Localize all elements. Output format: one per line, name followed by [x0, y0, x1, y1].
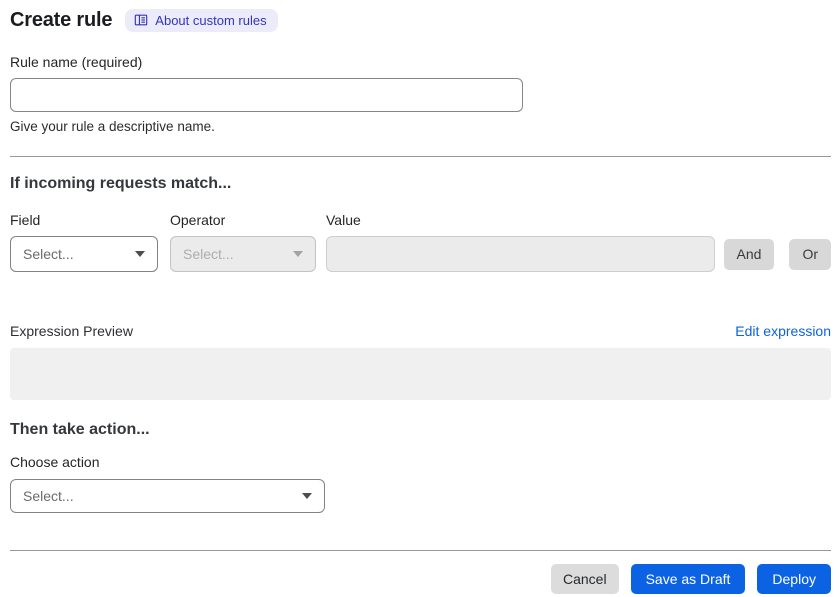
- field-select-value: Select...: [23, 246, 74, 262]
- choose-action-select-value: Select...: [23, 488, 74, 504]
- rule-name-input[interactable]: [10, 78, 523, 112]
- chevron-down-icon: [293, 251, 303, 257]
- create-rule-form: Create rule About custom rules Rule name…: [0, 0, 839, 594]
- value-input[interactable]: [326, 236, 715, 272]
- condition-labels-row: Field Operator Value: [10, 212, 831, 228]
- field-label: Field: [10, 212, 41, 228]
- rule-name-helper: Give your rule a descriptive name.: [10, 119, 215, 134]
- match-section-heading: If incoming requests match...: [10, 175, 232, 192]
- about-badge-label: About custom rules: [155, 12, 267, 28]
- choose-action-select[interactable]: Select...: [10, 479, 325, 513]
- footer-actions: Cancel Save as Draft Deploy: [10, 564, 831, 594]
- condition-row: Select... Select... And Or: [10, 236, 831, 272]
- choose-action-label: Choose action: [10, 454, 100, 470]
- edit-expression-link[interactable]: Edit expression: [735, 323, 831, 339]
- expression-preview-box: [10, 348, 831, 400]
- expression-preview-label: Expression Preview: [10, 323, 133, 339]
- field-select[interactable]: Select...: [10, 236, 158, 272]
- header: Create rule About custom rules: [10, 0, 831, 32]
- expression-preview-row: Expression Preview Edit expression: [10, 323, 831, 339]
- action-section-heading: Then take action...: [10, 421, 150, 438]
- operator-select-value: Select...: [183, 246, 234, 262]
- rule-name-label: Rule name (required): [10, 54, 143, 70]
- page-title: Create rule: [10, 9, 113, 31]
- or-button[interactable]: Or: [789, 238, 831, 270]
- chevron-down-icon: [302, 493, 312, 499]
- divider: [10, 550, 831, 551]
- operator-select[interactable]: Select...: [170, 236, 316, 272]
- and-button[interactable]: And: [723, 238, 775, 270]
- value-label: Value: [326, 212, 361, 228]
- operator-label: Operator: [170, 212, 226, 228]
- book-icon: [134, 13, 148, 27]
- cancel-button[interactable]: Cancel: [550, 564, 619, 594]
- divider: [10, 156, 831, 157]
- save-as-draft-button[interactable]: Save as Draft: [630, 564, 746, 594]
- chevron-down-icon: [135, 251, 145, 257]
- deploy-button[interactable]: Deploy: [757, 564, 831, 594]
- about-custom-rules-link[interactable]: About custom rules: [125, 9, 278, 32]
